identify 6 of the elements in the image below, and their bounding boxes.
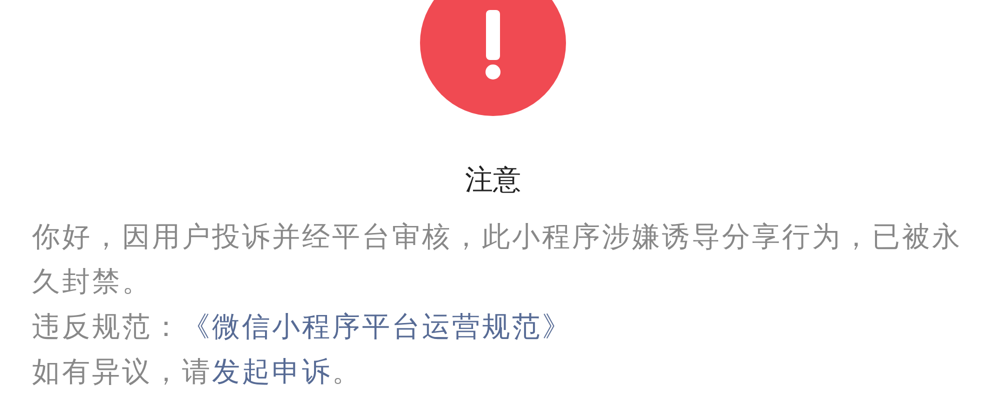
appeal-link[interactable]: 发起申诉 — [212, 355, 332, 388]
alert-message: 你好，因用户投诉并经平台审核，此小程序涉嫌诱导分享行为，已被永久封禁。 — [32, 219, 963, 300]
policy-link[interactable]: 《微信小程序平台运营规范》 — [182, 310, 572, 343]
alert-title: 注意 — [464, 162, 522, 198]
violation-line: 违反规范：《微信小程序平台运营规范》 — [32, 309, 573, 345]
appeal-line: 如有异议，请发起申诉。 — [32, 354, 363, 390]
